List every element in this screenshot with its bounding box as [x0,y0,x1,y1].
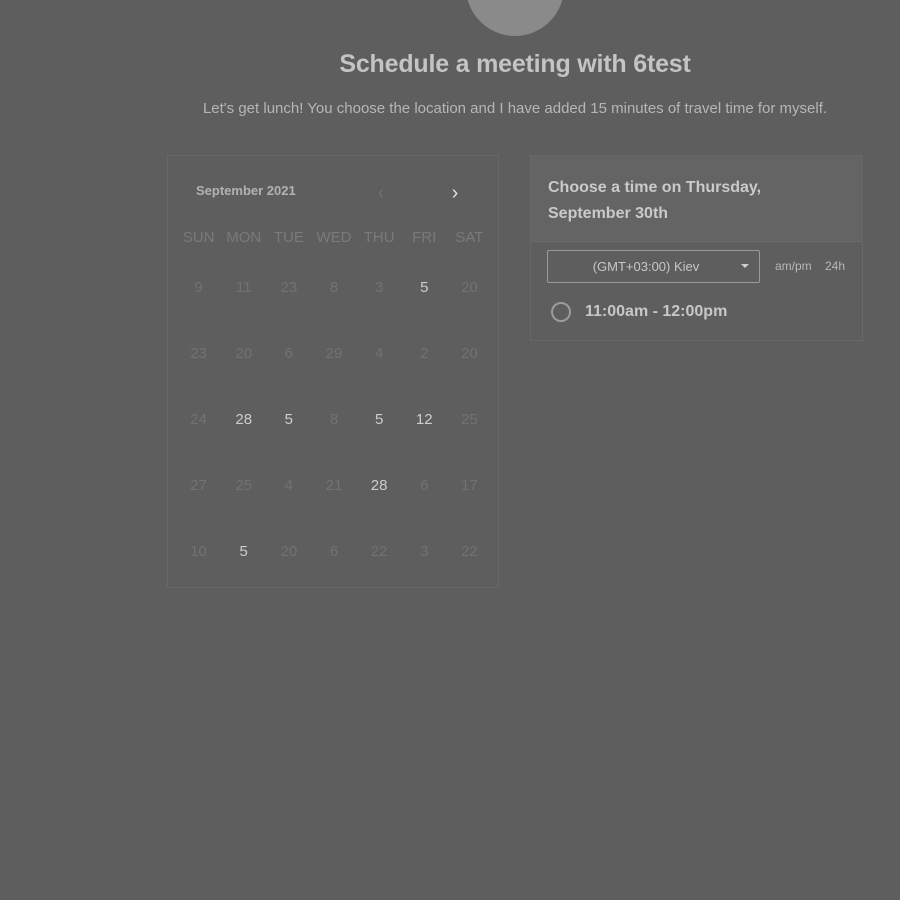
calendar-day: 20 [235,345,253,362]
calendar-day: 11 [235,279,252,296]
chevron-right-icon[interactable]: › [444,182,466,204]
calendar-day: 23 [280,279,298,296]
host-avatar [466,0,564,36]
calendar-day: 8 [329,411,339,428]
calendar-day: 24 [190,411,207,428]
calendar-day: 17 [461,477,478,494]
weekday-label: TUE [273,229,304,246]
calendar-day: 9 [194,279,203,296]
calendar-day: 8 [329,279,339,296]
time-slot-option[interactable]: 11:00am - 12:00pm [551,302,727,322]
weekday-label: WED [316,229,352,246]
meeting-description: Let's get lunch! You choose the location… [202,100,828,117]
calendar-day: 4 [284,477,294,494]
caret-down-icon [741,264,749,268]
radio-button[interactable] [551,302,571,322]
time-panel-title: Choose a time on Thursday, September 30t… [548,179,762,222]
calendar-day-available[interactable]: 5 [266,400,311,466]
calendar-day: 22 [370,543,388,560]
calendar-day: 22 [461,543,478,560]
chevron-left-icon[interactable]: ‹ [370,182,392,204]
calendar-day: 2 [420,345,429,362]
calendar-day: 20 [280,543,298,560]
calendar-day: 21 [325,477,343,494]
time-panel-header: Choose a time on Thursday, September 30t… [531,156,862,242]
calendar-day: 25 [461,411,478,428]
weekday-label: MON [226,229,262,246]
calendar-day-available[interactable]: 28 [221,400,266,466]
calendar-day-available[interactable]: 5 [357,400,402,466]
calendar-day-available[interactable]: 12 [402,400,447,466]
calendar-day-available[interactable]: 5 [221,532,266,598]
weekday-label: FRI [412,229,437,246]
weekday-header: SUN MON TUE WED THU FRI SAT [176,229,492,246]
calendar-day: 4 [374,345,384,362]
calendar-day: 6 [329,543,339,560]
timezone-select[interactable]: (GMT+03:00) Kiev [547,250,760,283]
calendar-day: 6 [284,345,294,362]
scheduling-page: Schedule a meeting with 6test Let's get … [0,0,900,900]
calendar-day-available[interactable]: 28 [357,466,402,532]
calendar-day: 20 [461,345,478,362]
calendar-day: 10 [190,543,207,560]
weekday-label: SAT [455,229,484,246]
calendar-day: 23 [190,345,207,362]
time-slot-label: 11:00am - 12:00pm [585,303,728,320]
calendar-day: 3 [420,543,429,560]
calendar-day: 29 [325,345,343,362]
format-ampm-toggle[interactable]: am/pm [775,259,812,273]
weekday-label: SUN [182,229,215,246]
calendar-day: 27 [190,477,207,494]
calendar-month-label: September 2021 [196,183,296,198]
calendar-day: 3 [374,279,384,296]
calendar-day-available[interactable]: 5 [402,268,447,334]
weekday-label: THU [363,229,395,246]
date-picker-calendar: September 2021 ‹ › SUN MON TUE WED THU F… [167,155,499,588]
timezone-value: (GMT+03:00) Kiev [592,259,700,274]
calendar-day: 25 [235,477,253,494]
calendar-day: 20 [461,279,478,296]
format-24h-toggle[interactable]: 24h [825,259,845,273]
time-selection-panel: Choose a time on Thursday, September 30t… [530,155,863,341]
calendar-days-grid: 9 11 23 8 3 5 20 23 20 6 29 4 2 20 24 28 5 8 5 12 25 27 25 4 21 2… [176,268,492,598]
calendar-day: 6 [420,477,429,494]
page-title: Schedule a meeting with 6test [339,50,691,78]
